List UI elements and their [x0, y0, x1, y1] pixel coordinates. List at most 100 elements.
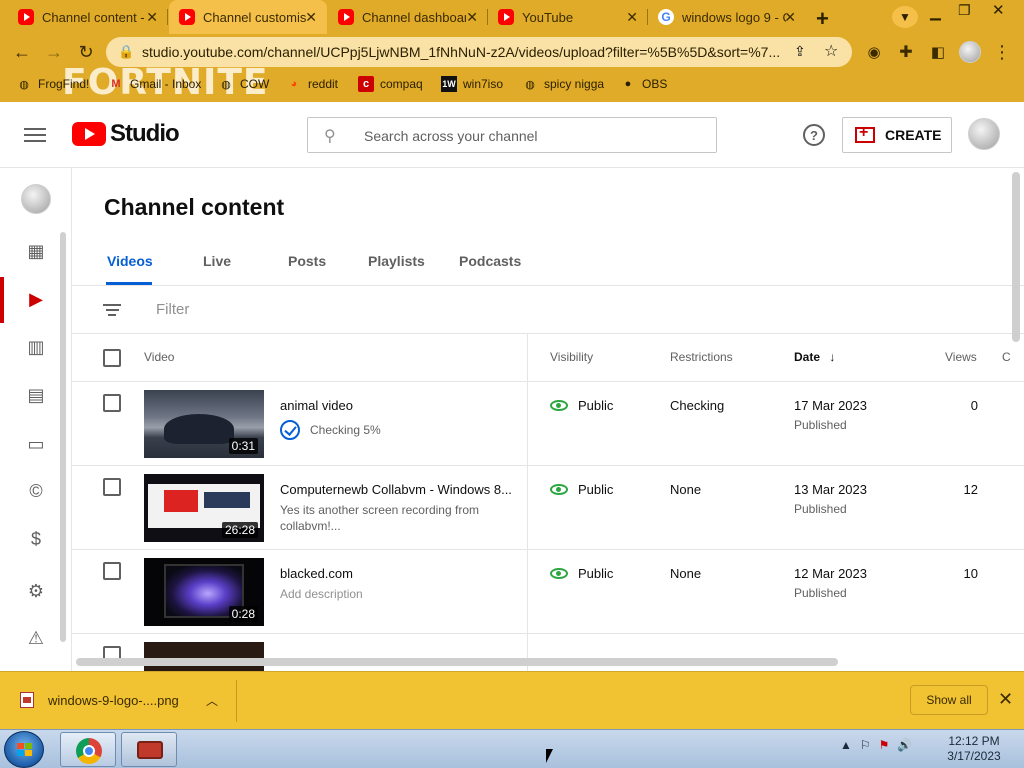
- taskbar-clock[interactable]: 12:12 PM 3/17/2023: [944, 734, 1004, 764]
- forward-arrow-icon[interactable]: →: [42, 40, 66, 64]
- close-tab-icon[interactable]: ✕: [784, 9, 796, 26]
- google-icon: G: [658, 9, 674, 25]
- bookmark-spicy[interactable]: ◍ spicy nigga: [522, 76, 604, 92]
- minimize-button[interactable]: ▁: [930, 4, 941, 21]
- content-icon[interactable]: ▶: [24, 287, 48, 311]
- browser-tab-channel-content[interactable]: Channel content - YouTube Studio ✕: [8, 0, 168, 34]
- copyright-icon[interactable]: ©: [24, 479, 48, 503]
- row-checkbox[interactable]: [103, 394, 121, 412]
- help-icon[interactable]: ?: [803, 124, 825, 146]
- bookmark-reddit[interactable]: ◕ reddit: [286, 76, 338, 92]
- chevron-up-icon[interactable]: ︿: [206, 692, 218, 709]
- browser-tab-channel-dashboard[interactable]: Channel dashboard - YouTube Studio ✕: [328, 0, 488, 34]
- add-description-link[interactable]: Add description: [280, 586, 516, 602]
- visibility-dropdown[interactable]: Public: [550, 482, 613, 497]
- table-row[interactable]: 0:31 animal video Checking 5% Public Che…: [72, 382, 1024, 466]
- account-avatar[interactable]: [968, 118, 1000, 150]
- video-thumbnail[interactable]: 26:28: [144, 474, 264, 542]
- channel-avatar[interactable]: [21, 184, 51, 214]
- tab-search-chevron-icon[interactable]: ▼: [892, 6, 918, 28]
- analytics-icon[interactable]: ▥: [24, 335, 48, 359]
- profile-avatar[interactable]: [959, 41, 981, 63]
- tab-videos[interactable]: Videos: [107, 253, 153, 269]
- bookmark-frogfind[interactable]: ◍ FrogFind!: [16, 76, 89, 92]
- browser-tab-google-search[interactable]: G windows logo 9 - Google Search ✕: [648, 0, 806, 34]
- extension-icon[interactable]: ◉: [862, 40, 886, 64]
- dashboard-icon[interactable]: ▦: [24, 239, 48, 263]
- bookmark-compaq[interactable]: c compaq: [358, 76, 423, 92]
- video-title[interactable]: animal video: [280, 398, 516, 413]
- show-all-button[interactable]: Show all: [910, 685, 988, 715]
- video-thumbnail[interactable]: [144, 642, 264, 671]
- subtitles-icon[interactable]: ▭: [24, 432, 48, 456]
- action-center-flag-icon[interactable]: ⚑: [879, 738, 890, 752]
- close-tab-icon[interactable]: ✕: [305, 9, 317, 26]
- tab-posts[interactable]: Posts: [288, 253, 326, 269]
- video-thumbnail[interactable]: 0:31: [144, 390, 264, 458]
- column-header-visibility[interactable]: Visibility: [550, 350, 593, 364]
- feedback-icon[interactable]: ⚠: [24, 626, 48, 650]
- horizontal-scrollbar[interactable]: [76, 658, 838, 666]
- filter-input[interactable]: Filter: [156, 301, 189, 318]
- close-window-button[interactable]: ✕: [992, 1, 1005, 19]
- browser-tab-channel-customisation[interactable]: Channel customisation - YouTube Studio ✕: [169, 0, 327, 34]
- side-panel-icon[interactable]: ◧: [926, 40, 950, 64]
- table-row[interactable]: 0:28 blacked.com Add description Public …: [72, 550, 1024, 634]
- start-button[interactable]: [4, 731, 44, 768]
- vertical-scrollbar[interactable]: [1012, 172, 1020, 342]
- tab-podcasts[interactable]: Podcasts: [459, 253, 521, 269]
- windows-taskbar: ▲ ⚐ ⚑ 🔊 12:12 PM 3/17/2023: [0, 729, 1024, 768]
- select-all-checkbox[interactable]: [103, 349, 121, 367]
- bookmark-obs[interactable]: ● OBS: [620, 76, 668, 92]
- filter-icon[interactable]: [102, 301, 122, 319]
- tab-live[interactable]: Live: [203, 253, 231, 269]
- visibility-dropdown[interactable]: Public: [550, 398, 613, 413]
- puzzle-extensions-icon[interactable]: ✚: [894, 40, 918, 64]
- taskbar-chrome[interactable]: [60, 732, 116, 767]
- nav-active-indicator: [0, 277, 4, 323]
- volume-icon[interactable]: 🔊: [897, 738, 912, 752]
- hamburger-menu-icon[interactable]: [24, 124, 46, 144]
- video-title[interactable]: blacked.com: [280, 566, 516, 581]
- tab-playlists[interactable]: Playlists: [368, 253, 425, 269]
- table-row[interactable]: 26:28 Computernewb Collabvm - Windows 8.…: [72, 466, 1024, 550]
- visibility-dropdown[interactable]: Public: [550, 566, 613, 581]
- video-title[interactable]: Computernewb Collabvm - Windows 8...: [280, 482, 516, 497]
- earn-dollar-icon[interactable]: $: [24, 527, 48, 551]
- share-icon[interactable]: ⇪: [794, 43, 806, 60]
- comments-icon[interactable]: ▤: [24, 383, 48, 407]
- bookmark-win7iso[interactable]: 1W win7iso: [441, 76, 503, 92]
- network-icon[interactable]: ⚐: [860, 738, 871, 752]
- reload-icon[interactable]: ↻: [74, 40, 98, 64]
- row-checkbox[interactable]: [103, 478, 121, 496]
- row-checkbox[interactable]: [103, 562, 121, 580]
- column-header-comments[interactable]: C: [1002, 350, 1011, 364]
- taskbar-toolbox[interactable]: [121, 732, 177, 767]
- download-item[interactable]: windows-9-logo-....png: [20, 692, 179, 708]
- restore-button[interactable]: ❐: [958, 2, 971, 19]
- image-file-icon: [20, 692, 34, 708]
- create-button[interactable]: CREATE: [842, 117, 952, 153]
- new-tab-button[interactable]: +: [816, 6, 829, 32]
- bookmark-star-icon[interactable]: ☆: [824, 41, 838, 61]
- column-header-views[interactable]: Views: [945, 350, 977, 364]
- column-header-restrictions[interactable]: Restrictions: [670, 350, 733, 364]
- channel-search-input[interactable]: ⚲ Search across your channel: [307, 117, 717, 153]
- browser-tab-youtube[interactable]: YouTube ✕: [488, 0, 648, 34]
- settings-gear-icon[interactable]: ⚙: [24, 579, 48, 603]
- close-tab-icon[interactable]: ✕: [626, 9, 638, 26]
- lock-icon[interactable]: 🔒: [118, 44, 134, 60]
- kebab-menu-icon[interactable]: ⋮: [990, 40, 1014, 64]
- close-tab-icon[interactable]: ✕: [146, 9, 158, 26]
- bookmark-cow[interactable]: ◍ COW: [218, 76, 269, 92]
- back-arrow-icon[interactable]: ←: [10, 40, 34, 64]
- address-bar[interactable]: 🔒 studio.youtube.com/channel/UCPpj5LjwNB…: [106, 37, 852, 67]
- close-download-bar-icon[interactable]: ✕: [998, 689, 1013, 710]
- nav-scrollbar[interactable]: [60, 232, 66, 642]
- column-header-date[interactable]: Date ↓: [794, 350, 835, 364]
- youtube-studio-logo[interactable]: Studio: [72, 120, 180, 148]
- video-thumbnail[interactable]: 0:28: [144, 558, 264, 626]
- close-tab-icon[interactable]: ✕: [466, 9, 478, 26]
- bookmark-gmail[interactable]: M Gmail - Inbox: [108, 76, 201, 92]
- show-hidden-icons-chevron[interactable]: ▲: [840, 738, 852, 752]
